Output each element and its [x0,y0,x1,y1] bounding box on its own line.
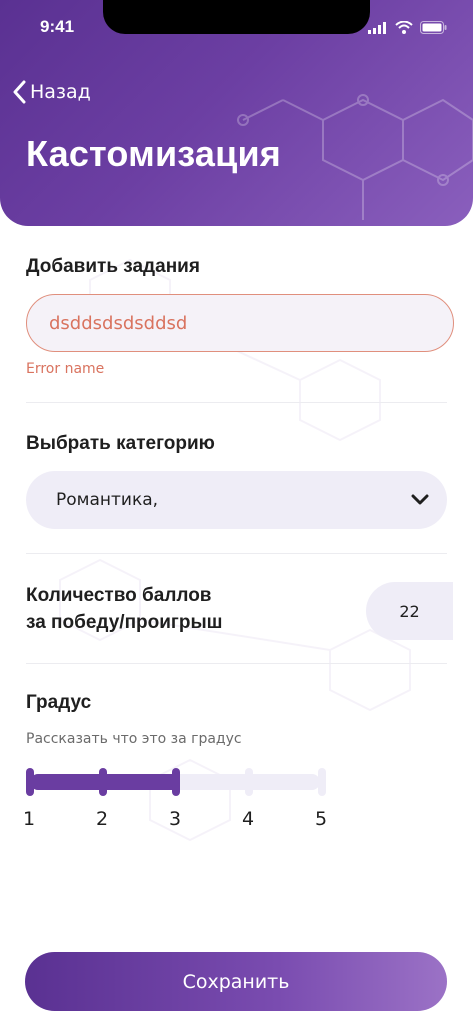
status-time: 9:41 [40,17,75,36]
task-section-label: Добавить задания [26,256,200,277]
slider-tick-label: 1 [23,808,36,830]
degree-slider[interactable] [26,766,328,800]
save-button[interactable]: Сохранить [25,952,447,1011]
points-value: 22 [399,601,420,621]
degree-subtitle: Рассказать что это за градус [26,731,242,747]
task-input[interactable]: dsddsdsdsddsd [26,294,454,352]
category-select-value: Романтика, [56,490,159,510]
degree-section-label: Градус [26,692,92,713]
slider-tick-label: 3 [169,808,182,830]
category-select[interactable]: Романтика, [26,471,447,529]
chevron-left-icon [13,80,26,104]
divider [26,663,447,664]
points-input[interactable]: 22 [366,582,453,640]
slider-tick-label: 2 [96,808,109,830]
slider-tick[interactable] [172,768,180,796]
device-notch [103,0,370,34]
slider-tick[interactable] [26,768,34,796]
back-button[interactable]: Назад [12,80,91,104]
battery-icon [420,21,447,34]
task-error-text: Error name [26,361,105,377]
status-icons [368,21,447,34]
wifi-icon [395,21,413,34]
points-label: Количество баллов за победу/проигрыш [26,582,223,636]
category-section-label: Выбрать категорию [26,433,215,454]
chevron-down-icon [411,494,429,505]
points-label-line1: Количество баллов [26,585,212,606]
slider-tick[interactable] [99,768,107,796]
slider-tick-label: 5 [315,808,328,830]
points-label-line2: за победу/проигрыш [26,612,223,633]
task-input-value: dsddsdsdsddsd [49,312,188,334]
slider-tick-label: 4 [242,808,255,830]
divider [26,553,447,554]
slider-tick[interactable] [318,768,326,796]
signal-icon [368,21,386,34]
page-title: Кастомизация [26,133,281,174]
divider [26,402,447,403]
slider-tick[interactable] [245,768,253,796]
back-label: Назад [30,81,91,103]
header: 9:41 Назад Кастомизация [0,0,473,226]
